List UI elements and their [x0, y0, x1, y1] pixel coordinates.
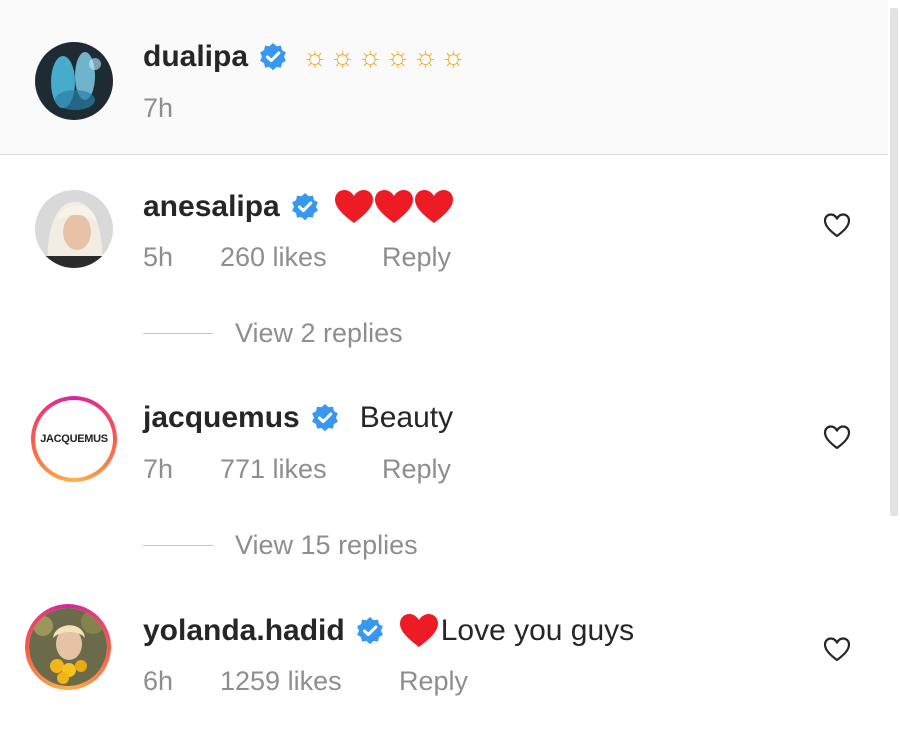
avatar-dualipa[interactable]	[35, 42, 113, 120]
heart-outline-icon[interactable]	[822, 634, 852, 664]
comment-body: Love you guys	[399, 613, 634, 649]
verified-badge-icon	[258, 42, 288, 72]
avatar-yolanda-hadid-image	[29, 608, 107, 686]
comment-text: Beauty	[359, 401, 454, 434]
comment-username[interactable]: anesalipa	[143, 190, 280, 224]
scrollbar[interactable]	[888, 0, 900, 749]
verified-badge-icon	[310, 403, 340, 433]
comment-likes[interactable]: 771 likes	[220, 454, 327, 485]
avatar-anesalipa[interactable]	[35, 190, 113, 268]
verified-badge-icon	[290, 192, 320, 222]
comment-username[interactable]: yolanda.hadid	[143, 614, 345, 648]
comment-time: 6h	[143, 666, 174, 696]
avatar-dualipa-image	[35, 42, 113, 120]
reply-button[interactable]: Reply	[382, 454, 451, 485]
view-replies-button[interactable]: View 2 replies	[143, 318, 403, 349]
caption-area	[0, 0, 888, 155]
reply-button[interactable]: Reply	[382, 242, 451, 273]
view-replies-label[interactable]: View 2 replies	[235, 318, 403, 349]
avatar-jacquemus[interactable]: JACQUEMUS	[31, 396, 117, 482]
scrollbar-thumb[interactable]	[890, 8, 898, 516]
reply-button[interactable]: Reply	[399, 666, 468, 697]
view-replies-divider	[143, 545, 213, 546]
heart-outline-icon[interactable]	[822, 422, 852, 452]
avatar-jacquemus-image: JACQUEMUS	[35, 400, 113, 478]
comment-line: anesalipa	[143, 189, 454, 225]
comment-likes[interactable]: 260 likes	[220, 242, 327, 273]
caption-line: dualipa ☼☼☼☼☼☼	[143, 40, 468, 74]
heart-outline-icon[interactable]	[822, 210, 852, 240]
view-replies-label[interactable]: View 15 replies	[235, 530, 418, 561]
avatar-anesalipa-image	[35, 190, 113, 268]
red-heart-emoji-icon	[399, 614, 438, 647]
caption-username[interactable]: dualipa	[143, 40, 248, 74]
avatar-yolanda-hadid[interactable]	[25, 604, 111, 690]
comment-line: jacquemus Beauty	[143, 401, 453, 435]
verified-badge-icon	[355, 616, 385, 646]
comment-line: yolanda.hadid Love you guys	[143, 613, 634, 649]
red-heart-emoji-icon	[334, 189, 454, 225]
caption-time: 7h	[143, 93, 174, 123]
comment-time: 5h	[143, 242, 174, 272]
avatar-jacquemus-logo: JACQUEMUS	[40, 433, 108, 445]
comment-time: 7h	[143, 454, 174, 484]
view-replies-button[interactable]: View 15 replies	[143, 530, 418, 561]
view-replies-divider	[143, 333, 213, 334]
comment-text: Love you guys	[440, 614, 635, 647]
comment-username[interactable]: jacquemus	[143, 401, 300, 435]
comment-likes[interactable]: 1259 likes	[220, 666, 342, 697]
sun-emoji-icon: ☼☼☼☼☼☼	[302, 41, 468, 72]
